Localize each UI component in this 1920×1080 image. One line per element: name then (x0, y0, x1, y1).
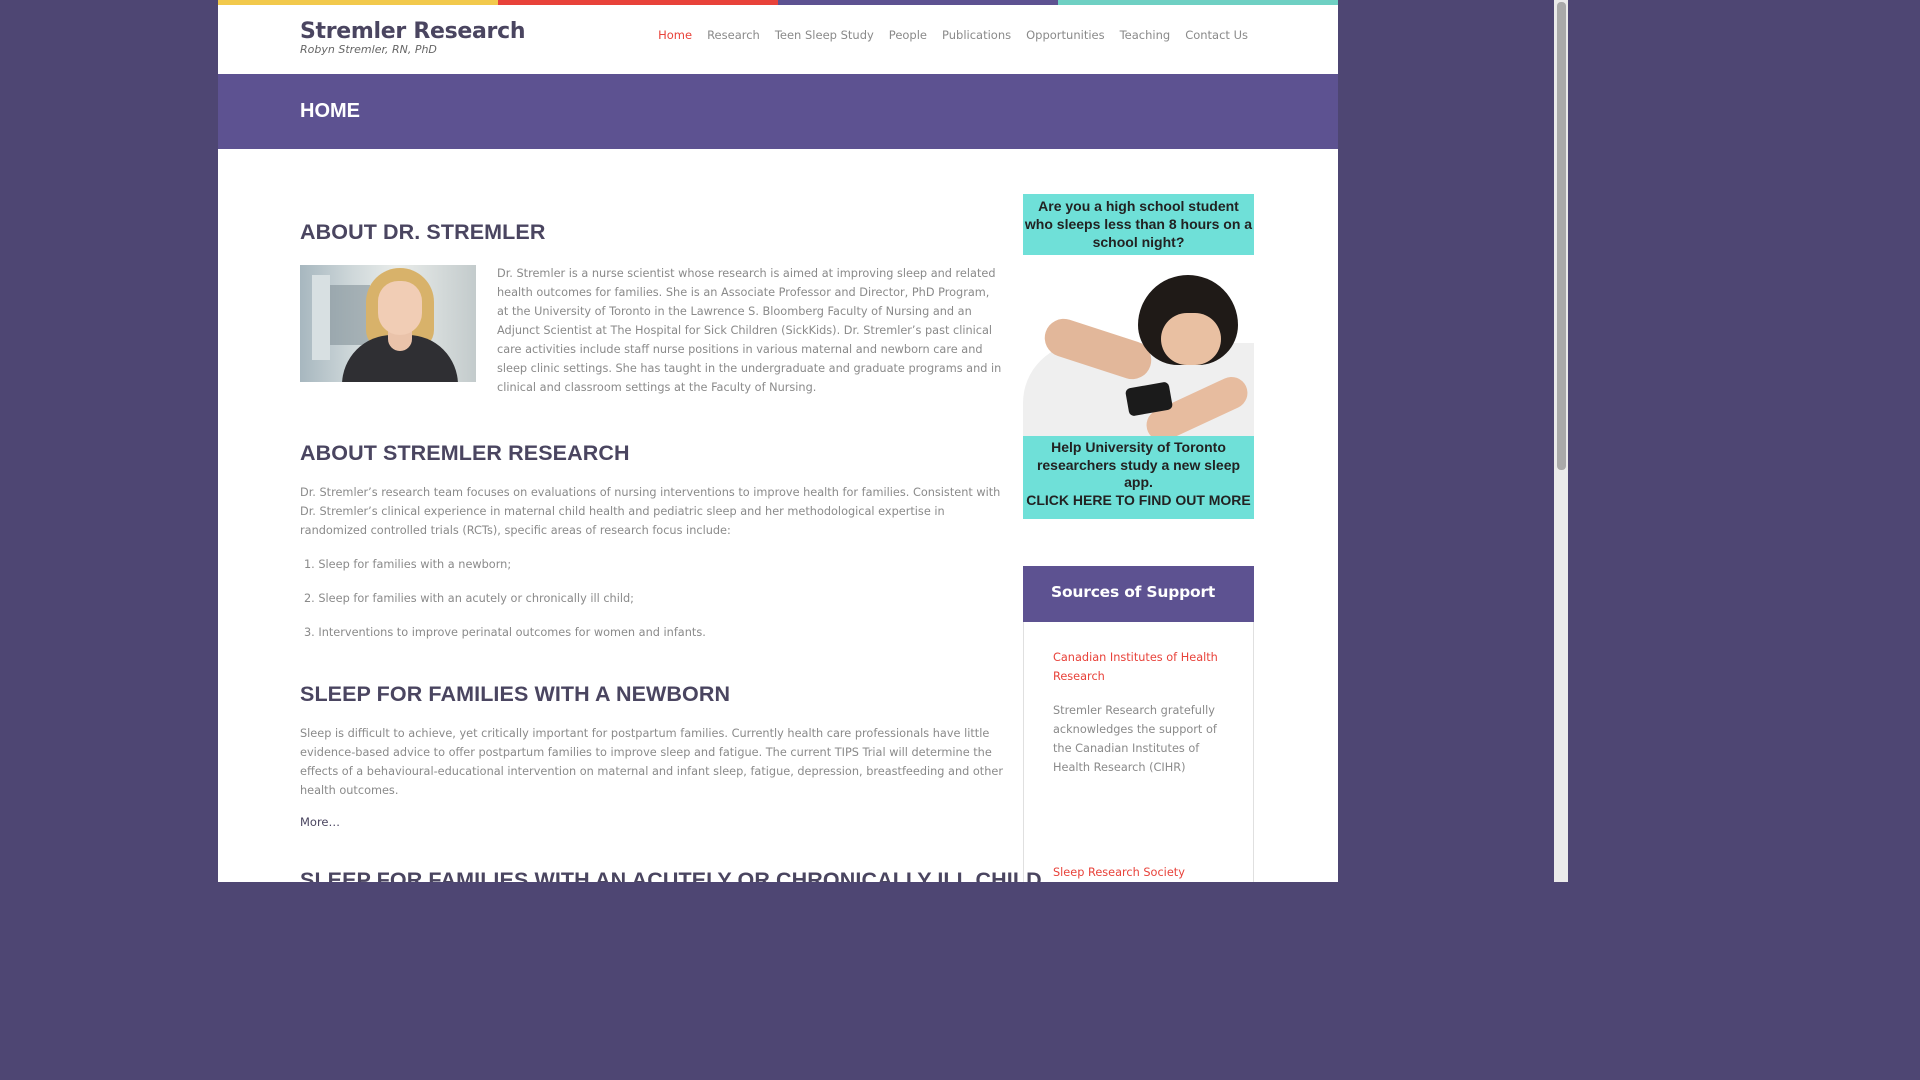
site-subtitle: Robyn Stremler, RN, PhD (300, 43, 437, 56)
sidebar: Are you a high school student who sleeps… (1023, 194, 1255, 882)
research-heading: ABOUT STREMLER RESEARCH (300, 441, 630, 465)
nav-people[interactable]: People (889, 28, 927, 42)
about-section: Dr. Stremler is a nurse scientist whose … (300, 265, 1003, 397)
list-item: 1. Sleep for families with a newborn; (304, 558, 512, 571)
ad-bottom-text: Help University of Toronto researchers s… (1036, 439, 1241, 490)
ill-child-heading: SLEEP FOR FAMILIES WITH AN ACUTELY OR CH… (300, 868, 1042, 882)
about-heading: ABOUT DR. STREMLER (300, 220, 546, 244)
support-header: Sources of Support (1023, 566, 1254, 622)
cihr-text: Stremler Research gratefully acknowledge… (1053, 704, 1217, 774)
ad-bottom: Help University of Toronto researchers s… (1023, 436, 1254, 519)
support-body: Canadian Institutes of Health Research S… (1024, 622, 1253, 882)
site-header: Stremler Research Robyn Stremler, RN, Ph… (218, 5, 1338, 74)
page-banner: HOME (218, 74, 1338, 149)
ad-cta[interactable]: CLICK HERE TO FIND OUT MORE (1023, 492, 1254, 510)
page-title: HOME (300, 100, 360, 122)
main-content: ABOUT DR. STREMLER Dr. Stremler is a nur… (300, 195, 1042, 882)
page: Stremler Research Robyn Stremler, RN, Ph… (218, 0, 1338, 882)
list-item: 3. Interventions to improve perinatal ou… (304, 626, 706, 639)
scrollbar-thumb[interactable] (1557, 2, 1566, 470)
cihr-link[interactable]: Canadian Institutes of Health Research (1053, 648, 1225, 686)
ad-top-text: Are you a high school student who sleeps… (1023, 194, 1254, 255)
newborn-text: Sleep is difficult to achieve, yet criti… (300, 727, 1003, 797)
teen-sleep-study-ad[interactable]: Are you a high school student who sleeps… (1023, 194, 1254, 519)
portrait-photo (300, 265, 476, 382)
main-nav: Home Research Teen Sleep Study People Pu… (658, 28, 1248, 42)
scrollbar[interactable] (1554, 0, 1568, 882)
about-text: Dr. Stremler is a nurse scientist whose … (497, 267, 1002, 394)
list-item: 2. Sleep for families with an acutely or… (304, 592, 634, 605)
nav-home[interactable]: Home (658, 28, 692, 42)
nav-publications[interactable]: Publications (942, 28, 1011, 42)
nav-teaching[interactable]: Teaching (1120, 28, 1171, 42)
newborn-heading: SLEEP FOR FAMILIES WITH A NEWBORN (300, 682, 731, 706)
nav-contact-us[interactable]: Contact Us (1185, 28, 1248, 42)
focus-list: 1. Sleep for families with a newborn; 2.… (300, 555, 1003, 642)
ad-sleeping-teen-image (1023, 255, 1254, 447)
more-link[interactable]: More… (300, 815, 340, 829)
research-text: Dr. Stremler’s research team focuses on … (300, 486, 1001, 537)
nav-research[interactable]: Research (707, 28, 760, 42)
site-title[interactable]: Stremler Research (300, 19, 526, 44)
nav-teen-sleep-study[interactable]: Teen Sleep Study (775, 28, 874, 42)
support-heading: Sources of Support (1051, 583, 1216, 601)
srs-link[interactable]: Sleep Research Society (1053, 863, 1225, 882)
sources-of-support-widget: Sources of Support Canadian Institutes o… (1023, 566, 1254, 882)
nav-opportunities[interactable]: Opportunities (1026, 28, 1104, 42)
